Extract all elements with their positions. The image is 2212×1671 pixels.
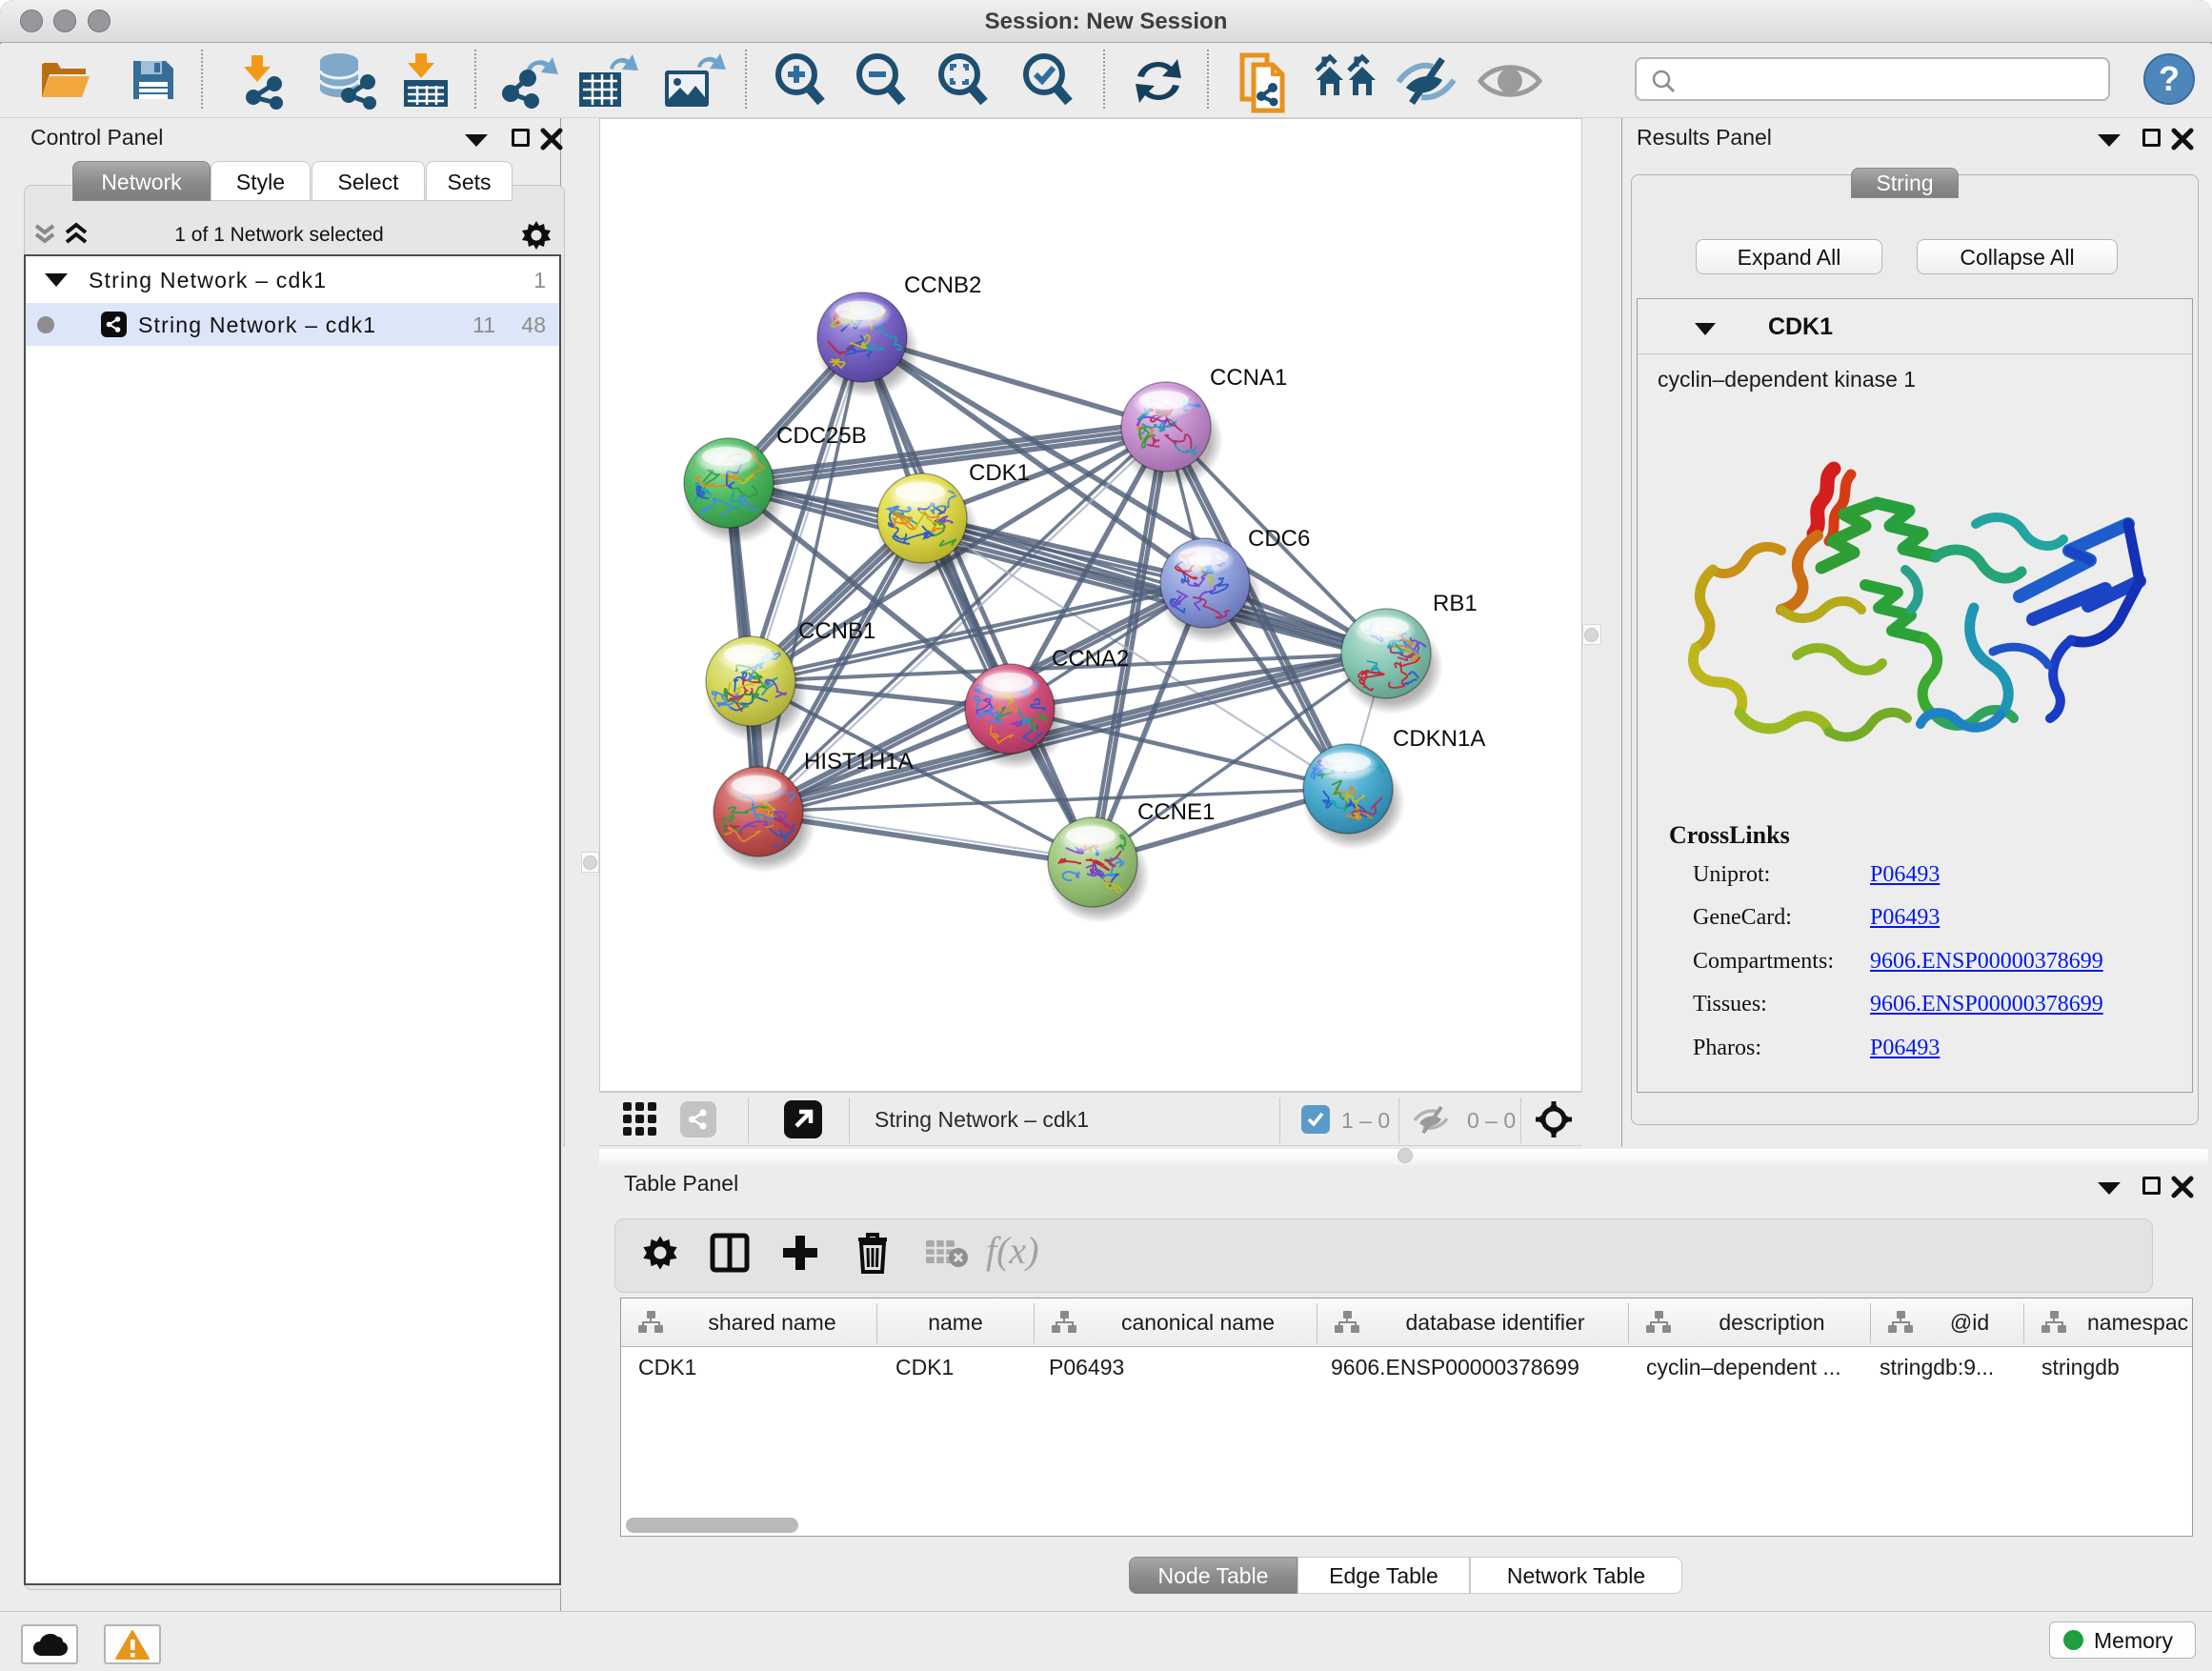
svg-text:CCNE1: CCNE1 [1137, 799, 1215, 825]
svg-text:CCNB1: CCNB1 [798, 618, 875, 644]
svg-text:CDKN1A: CDKN1A [1393, 726, 1485, 752]
svg-text:CCNA2: CCNA2 [1052, 646, 1129, 672]
svg-text:?: ? [2159, 59, 2180, 98]
svg-text:CDC6: CDC6 [1248, 526, 1310, 552]
svg-text:CCNB2: CCNB2 [904, 272, 981, 298]
svg-text:CDC25B: CDC25B [776, 423, 867, 449]
svg-text:RB1: RB1 [1433, 591, 1478, 616]
svg-text:HIST1H1A: HIST1H1A [804, 749, 914, 775]
svg-text:CCNA1: CCNA1 [1210, 365, 1287, 391]
svg-text:CDK1: CDK1 [969, 460, 1030, 486]
